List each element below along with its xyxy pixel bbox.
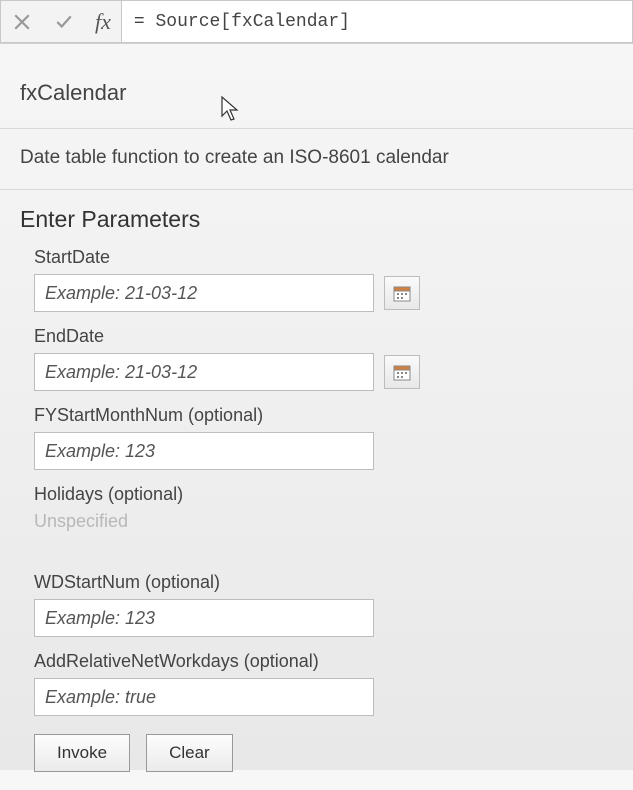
param-wdstartnum: WDStartNum (optional) [34,572,613,637]
spacer [20,532,613,572]
param-label: WDStartNum (optional) [34,572,613,593]
function-panel: fxCalendar Date table function to create… [0,44,633,790]
x-icon [13,13,31,31]
wdstartnum-input[interactable] [34,599,374,637]
invoke-button[interactable]: Invoke [34,734,130,772]
formula-input[interactable]: = Source[fxCalendar] [122,0,633,43]
param-enddate: EndDate [34,326,613,391]
formula-bar: fx = Source[fxCalendar] [0,0,633,44]
calendar-icon [392,283,412,303]
param-label: FYStartMonthNum (optional) [34,405,613,426]
action-buttons: Invoke Clear [34,734,613,772]
fx-label: fx [85,9,121,35]
input-row [34,353,613,391]
enddate-datepicker-button[interactable] [384,355,420,389]
startdate-input[interactable] [34,274,374,312]
cancel-formula-button[interactable] [1,1,43,42]
param-startdate: StartDate [34,247,613,312]
calendar-icon [392,362,412,382]
function-name: fxCalendar [20,62,613,128]
input-row [34,274,613,312]
enter-parameters-heading: Enter Parameters [20,190,613,247]
formula-bar-buttons: fx [0,0,122,43]
param-holidays: Holidays (optional) [34,484,613,505]
confirm-formula-button[interactable] [43,1,85,42]
check-icon [55,13,73,31]
param-label: StartDate [34,247,613,268]
param-label: Holidays (optional) [34,484,613,505]
param-addrelativenetworkdays: AddRelativeNetWorkdays (optional) [34,651,613,716]
function-description: Date table function to create an ISO-860… [20,129,613,189]
param-label: AddRelativeNetWorkdays (optional) [34,651,613,672]
startdate-datepicker-button[interactable] [384,276,420,310]
formula-text: = Source[fxCalendar] [134,12,350,32]
addrelativenetworkdays-input[interactable] [34,678,374,716]
fystartmonthnum-input[interactable] [34,432,374,470]
holidays-unspecified: Unspecified [34,511,613,532]
enddate-input[interactable] [34,353,374,391]
clear-button[interactable]: Clear [146,734,233,772]
param-fystartmonthnum: FYStartMonthNum (optional) [34,405,613,470]
param-label: EndDate [34,326,613,347]
